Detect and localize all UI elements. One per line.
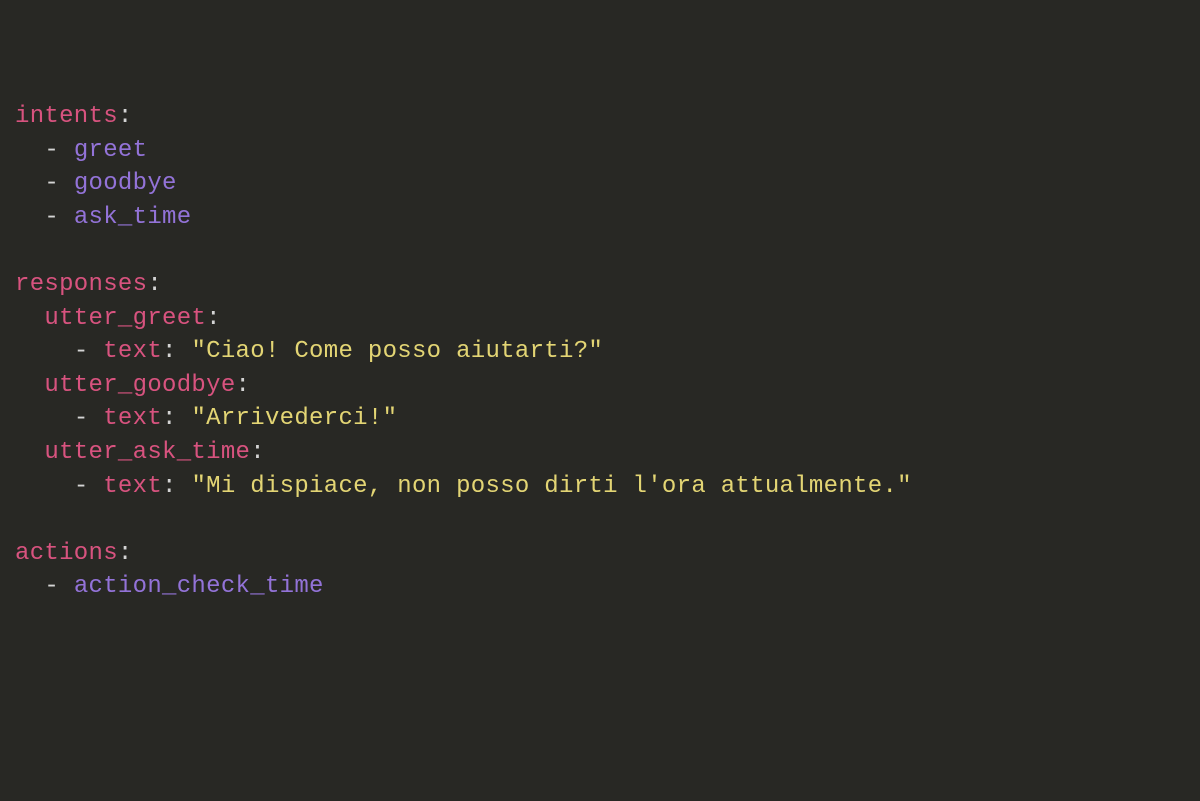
yaml-value: greet [74, 137, 148, 164]
text-key: text [103, 338, 162, 365]
dash: - [74, 473, 89, 500]
colon: : [147, 271, 162, 298]
dash: - [44, 137, 59, 164]
blank-line [15, 234, 1200, 268]
dash: - [44, 170, 59, 197]
line-responses-key: responses: [15, 268, 1200, 302]
yaml-string: "Mi dispiace, non posso dirti l'ora attu… [191, 473, 911, 500]
dash: - [44, 204, 59, 231]
colon: : [118, 540, 133, 567]
yaml-value: ask_time [74, 204, 192, 231]
line-intent-item: - greet [15, 134, 1200, 168]
line-action-item: - action_check_time [15, 570, 1200, 604]
text-key: text [103, 405, 162, 432]
code-block: intents: - greet - goodbye - ask_time re… [15, 100, 1200, 604]
line-intent-item: - ask_time [15, 201, 1200, 235]
yaml-subkey: utter_goodbye [44, 372, 235, 399]
text-key: text [103, 473, 162, 500]
colon: : [162, 338, 177, 365]
line-response-name: utter_ask_time: [15, 436, 1200, 470]
line-intents-key: intents: [15, 100, 1200, 134]
colon: : [162, 405, 177, 432]
dash: - [44, 573, 59, 600]
colon: : [162, 473, 177, 500]
yaml-key: responses [15, 271, 147, 298]
line-response-name: utter_greet: [15, 302, 1200, 336]
line-response-text: - text: "Mi dispiace, non posso dirti l'… [15, 470, 1200, 504]
line-intent-item: - goodbye [15, 167, 1200, 201]
dash: - [74, 338, 89, 365]
line-actions-key: actions: [15, 537, 1200, 571]
yaml-value: action_check_time [74, 573, 324, 600]
yaml-value: goodbye [74, 170, 177, 197]
colon: : [236, 372, 251, 399]
yaml-key: actions [15, 540, 118, 567]
line-response-name: utter_goodbye: [15, 369, 1200, 403]
yaml-subkey: utter_greet [44, 305, 206, 332]
dash: - [74, 405, 89, 432]
yaml-subkey: utter_ask_time [44, 439, 250, 466]
colon: : [118, 103, 133, 130]
line-response-text: - text: "Arrivederci!" [15, 402, 1200, 436]
yaml-string: "Arrivederci!" [191, 405, 397, 432]
colon: : [250, 439, 265, 466]
yaml-key: intents [15, 103, 118, 130]
colon: : [206, 305, 221, 332]
blank-line [15, 503, 1200, 537]
yaml-string: "Ciao! Come posso aiutarti?" [191, 338, 603, 365]
line-response-text: - text: "Ciao! Come posso aiutarti?" [15, 335, 1200, 369]
